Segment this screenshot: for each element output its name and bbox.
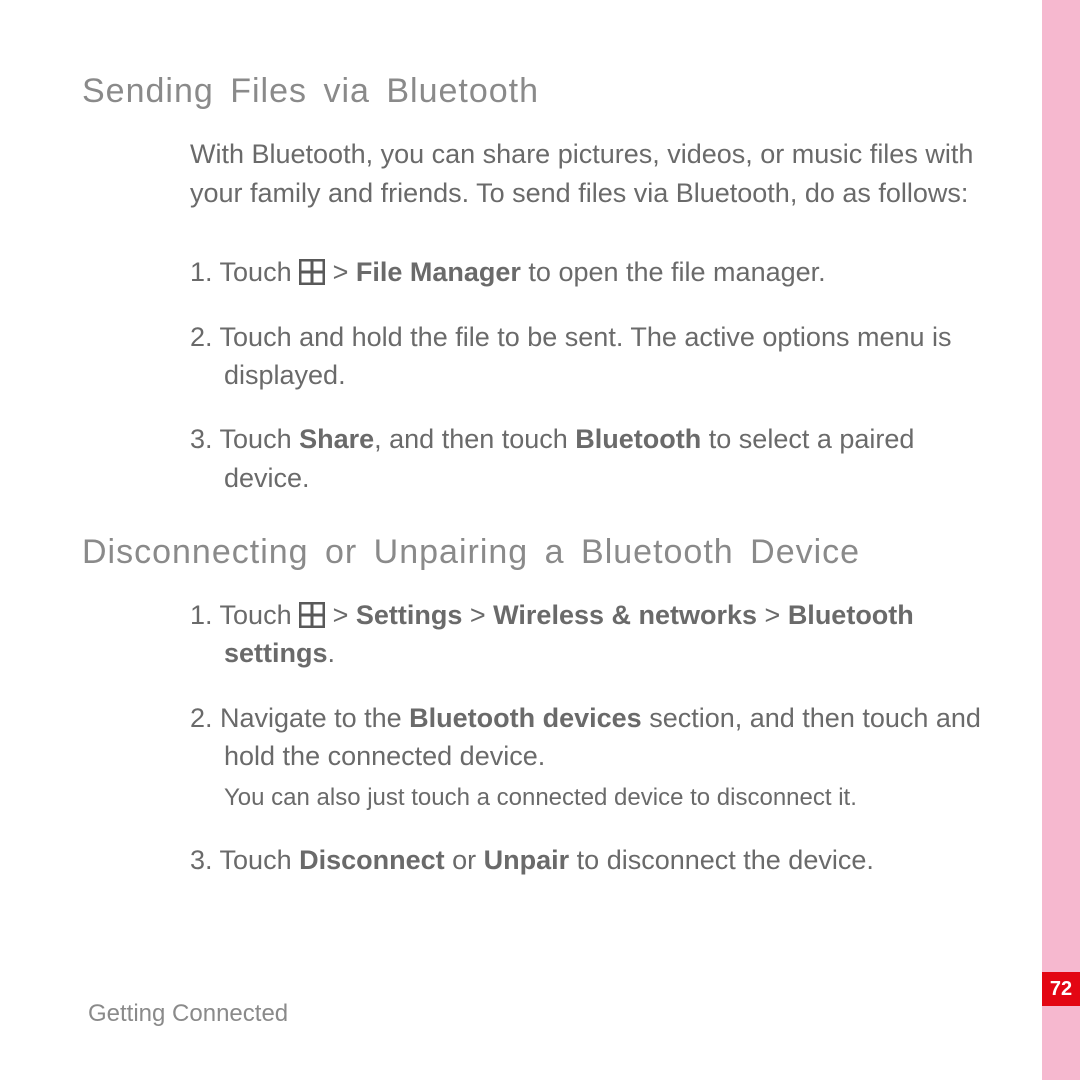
apps-grid-icon	[299, 259, 325, 285]
page-number-badge: 72	[1042, 972, 1080, 1006]
footer-section-title: Getting Connected	[88, 1000, 288, 1028]
side-accent-bar	[1042, 0, 1080, 1080]
bold-bluetooth-devices: Bluetooth devices	[409, 703, 642, 733]
text: 3. Touch	[190, 845, 299, 875]
text: 2. Navigate to the	[190, 703, 409, 733]
section1-steps: 1. Touch > File Manager to open the file…	[190, 253, 1000, 497]
section2-step1: 1. Touch > Settings > Wireless & network…	[190, 596, 1000, 673]
text: 1. Touch	[190, 257, 299, 287]
bold-share: Share	[299, 424, 374, 454]
text: .	[328, 638, 336, 668]
bold-settings: Settings	[356, 600, 463, 630]
text: >	[757, 600, 788, 630]
bold-disconnect: Disconnect	[299, 845, 445, 875]
section-heading-disconnecting: Disconnecting or Unpairing a Bluetooth D…	[82, 533, 1002, 572]
text: to open the file manager.	[521, 257, 826, 287]
section2-step2: 2. Navigate to the Bluetooth devices sec…	[190, 699, 1000, 816]
text: 1. Touch	[190, 600, 299, 630]
section-heading-sending: Sending Files via Bluetooth	[82, 72, 1002, 111]
section1-intro: With Bluetooth, you can share pictures, …	[190, 135, 990, 213]
bold-wireless-networks: Wireless & networks	[493, 600, 757, 630]
text: or	[445, 845, 484, 875]
section1-step3: 3. Touch Share, and then touch Bluetooth…	[190, 420, 1000, 497]
text: >	[462, 600, 493, 630]
section2-steps: 1. Touch > Settings > Wireless & network…	[190, 596, 1000, 880]
section2-step3: 3. Touch Disconnect or Unpair to disconn…	[190, 841, 1000, 879]
bold-unpair: Unpair	[484, 845, 570, 875]
bold-bluetooth: Bluetooth	[575, 424, 701, 454]
text: 3. Touch	[190, 424, 299, 454]
bold-file-manager: File Manager	[356, 257, 521, 287]
page-content: Sending Files via Bluetooth With Bluetoo…	[82, 72, 1002, 916]
section2-step2-note: You can also just touch a connected devi…	[224, 781, 1000, 815]
apps-grid-icon	[299, 602, 325, 628]
text: >	[325, 257, 356, 287]
section1-step1: 1. Touch > File Manager to open the file…	[190, 253, 1000, 291]
text: , and then touch	[374, 424, 575, 454]
section1-step2: 2. Touch and hold the file to be sent. T…	[190, 318, 1000, 395]
text: to disconnect the device.	[569, 845, 874, 875]
manual-page: 72 Sending Files via Bluetooth With Blue…	[0, 0, 1080, 1080]
text: >	[325, 600, 356, 630]
